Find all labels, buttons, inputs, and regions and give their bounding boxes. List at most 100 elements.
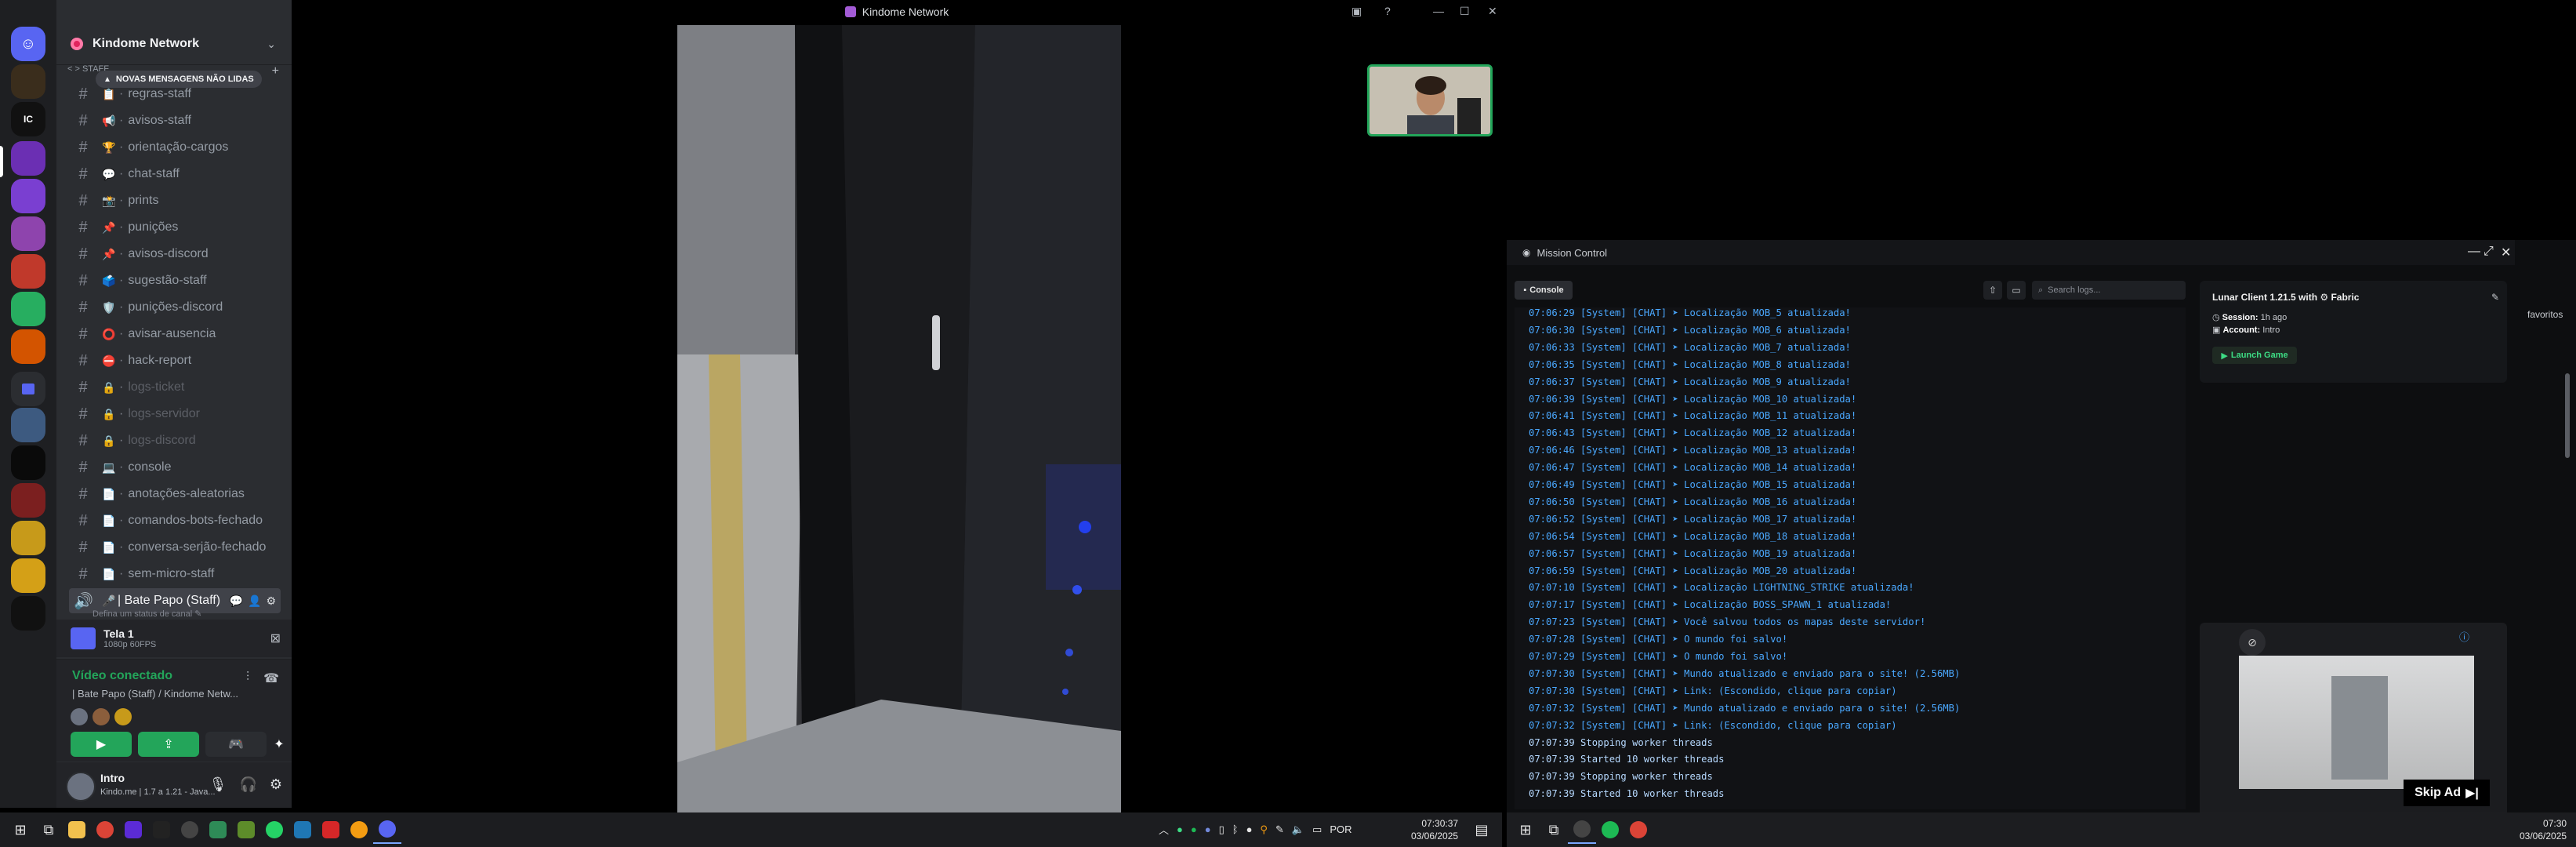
channel-item[interactable]: # 📸 · prints (69, 188, 281, 213)
scrollbar[interactable] (2565, 373, 2570, 458)
participant-avatar[interactable] (71, 708, 88, 725)
participant-avatar[interactable] (93, 708, 110, 725)
search-logs-input[interactable]: ⌕ Search logs... (2032, 281, 2186, 300)
task-view-icon[interactable]: ⧉ (1540, 816, 1568, 844)
channel-item[interactable]: # 🏆 · orientação-cargos (69, 135, 281, 160)
taskbar-clock[interactable]: 07:30:37 03/06/2025 (1411, 817, 1458, 842)
avatar[interactable] (66, 772, 96, 802)
gear-icon[interactable]: ⚙ (270, 776, 282, 793)
channel-item[interactable]: # 📄 · anotações-aleatorias (69, 482, 281, 507)
server-icon[interactable] (11, 408, 45, 442)
console-log[interactable]: 07:06:29 [System] [CHAT] ➤ Localização M… (1515, 307, 2186, 809)
launch-game-button[interactable]: ▶ Launch Game (2212, 347, 2297, 364)
camera-button[interactable]: ▶ (71, 732, 132, 757)
language-indicator[interactable]: POR (1330, 823, 1351, 835)
search-tool-icon[interactable] (345, 816, 373, 844)
windows-start-icon[interactable]: ⊞ (1511, 816, 1540, 844)
channel-item[interactable]: # 💬 · chat-staff (69, 162, 281, 187)
channel-item[interactable]: # 🛡️ · punições-discord (69, 295, 281, 320)
chevron-up-icon[interactable]: ︿ (1159, 822, 1169, 837)
channel-item[interactable]: # 📌 · punições (69, 215, 281, 240)
noise-suppression-icon[interactable]: ⫶ (246, 671, 249, 686)
tray-app-icon[interactable]: ▯ (1219, 823, 1225, 836)
mute-icon[interactable]: ⊘ (2239, 629, 2266, 656)
console-tab[interactable]: ▪ Console (1515, 281, 1573, 300)
server-icon[interactable]: IC (11, 102, 45, 136)
favorites-label[interactable]: favoritos (2527, 309, 2563, 320)
direct-messages-icon[interactable]: ☺ (11, 27, 45, 61)
voice-status[interactable]: Vídeo conectado (72, 669, 172, 683)
windows-start-icon[interactable]: ⊞ (6, 816, 34, 844)
channel-status-hint[interactable]: Defina um status de canal ✎ (93, 609, 201, 619)
kindome-server-icon[interactable] (11, 141, 45, 176)
chrome-icon[interactable] (91, 816, 119, 844)
channel-item[interactable]: # 📌 · avisos-discord (69, 242, 281, 267)
upload-icon[interactable]: ⇧ (1983, 281, 2002, 300)
minimize-icon[interactable]: — (2468, 245, 2480, 259)
channel-item[interactable]: # ⛔ · hack-report (69, 348, 281, 373)
webcam-pip[interactable] (1367, 64, 1493, 136)
close-icon[interactable]: ✕ (1488, 5, 1497, 18)
folder-icon[interactable] (11, 372, 45, 406)
server-icon[interactable] (11, 558, 45, 593)
taskbar-clock[interactable]: 07:30 03/06/2025 (2520, 817, 2567, 842)
server-icon[interactable] (11, 445, 45, 480)
server-icon[interactable] (11, 292, 45, 326)
server-icon[interactable] (11, 596, 45, 631)
server-icon[interactable] (11, 254, 45, 289)
stop-share-icon[interactable]: ⊠ (270, 631, 281, 646)
lunar-client-icon[interactable] (176, 816, 204, 844)
inbox-icon[interactable]: ▣ (1351, 5, 1362, 18)
tray-app-icon[interactable]: ● (1177, 823, 1183, 835)
participant-avatar[interactable] (114, 708, 132, 725)
screen-share-video[interactable] (677, 25, 1121, 816)
skip-ad-button[interactable]: Skip Ad ▶| (2404, 780, 2490, 806)
chat-icon[interactable]: 💬 (230, 594, 243, 608)
spotify-icon[interactable] (1596, 816, 1624, 844)
channel-item[interactable]: # 🔒 · logs-ticket (69, 375, 281, 400)
file-explorer-icon[interactable] (63, 816, 91, 844)
microphone-icon[interactable]: 🎙 (209, 776, 227, 793)
spotify-icon[interactable]: ● (1191, 823, 1197, 835)
steam-icon[interactable]: ● (1246, 823, 1253, 835)
screen-share-thumbnail[interactable] (71, 627, 96, 649)
ad-video-frame[interactable] (2239, 656, 2474, 789)
app-icon[interactable] (119, 816, 147, 844)
terminal-icon[interactable] (147, 816, 176, 844)
disconnect-icon[interactable]: ☎ (263, 671, 279, 686)
lunar-client-icon[interactable] (1568, 816, 1596, 844)
maximize-icon[interactable]: ☐ (1460, 5, 1470, 18)
edit-icon[interactable]: ✎ (2491, 292, 2499, 303)
app-icon[interactable] (317, 816, 345, 844)
soundboard-button[interactable]: ✦ (273, 732, 285, 757)
channel-item[interactable]: # 🔒 · logs-servidor (69, 402, 281, 427)
discord-icon[interactable] (373, 816, 401, 844)
channel-item[interactable]: # 🗳️ · sugestão-staff (69, 268, 281, 293)
tray-app-icon[interactable]: ⚲ (1260, 823, 1268, 836)
server-icon[interactable] (11, 64, 45, 99)
notification-icon[interactable]: ▤ (1468, 816, 1496, 844)
maximize-icon[interactable]: ⤢ (2483, 245, 2494, 259)
minimize-icon[interactable]: — (1433, 5, 1444, 17)
minecraft-icon[interactable] (232, 816, 260, 844)
gear-icon[interactable]: ⚙ (266, 594, 276, 608)
pen-icon[interactable]: ✎ (1275, 823, 1284, 836)
channel-item[interactable]: # 🔒 · logs-discord (69, 428, 281, 453)
volume-icon[interactable]: 🔈 (1292, 823, 1304, 836)
server-icon[interactable] (11, 216, 45, 251)
server-icon[interactable] (11, 179, 45, 213)
tray-app-icon[interactable]: ● (1205, 823, 1211, 835)
app-icon[interactable] (204, 816, 232, 844)
invite-icon[interactable]: 👤 (248, 594, 261, 608)
server-icon[interactable] (11, 521, 45, 555)
close-icon[interactable]: ✕ (2501, 245, 2511, 260)
channel-item[interactable]: # 📢 · avisos-staff (69, 108, 281, 133)
channel-item[interactable]: # 📋 · regras-staff (69, 82, 281, 107)
whatsapp-icon[interactable] (260, 816, 288, 844)
chrome-icon[interactable] (1624, 816, 1653, 844)
headphones-icon[interactable]: 🎧 (239, 776, 256, 793)
channel-item[interactable]: # 💻 · console (69, 455, 281, 480)
guild-header[interactable]: Kindome Network ⌄ (56, 24, 292, 65)
app-icon[interactable] (288, 816, 317, 844)
screen-share-button[interactable]: ⇪ (138, 732, 199, 757)
